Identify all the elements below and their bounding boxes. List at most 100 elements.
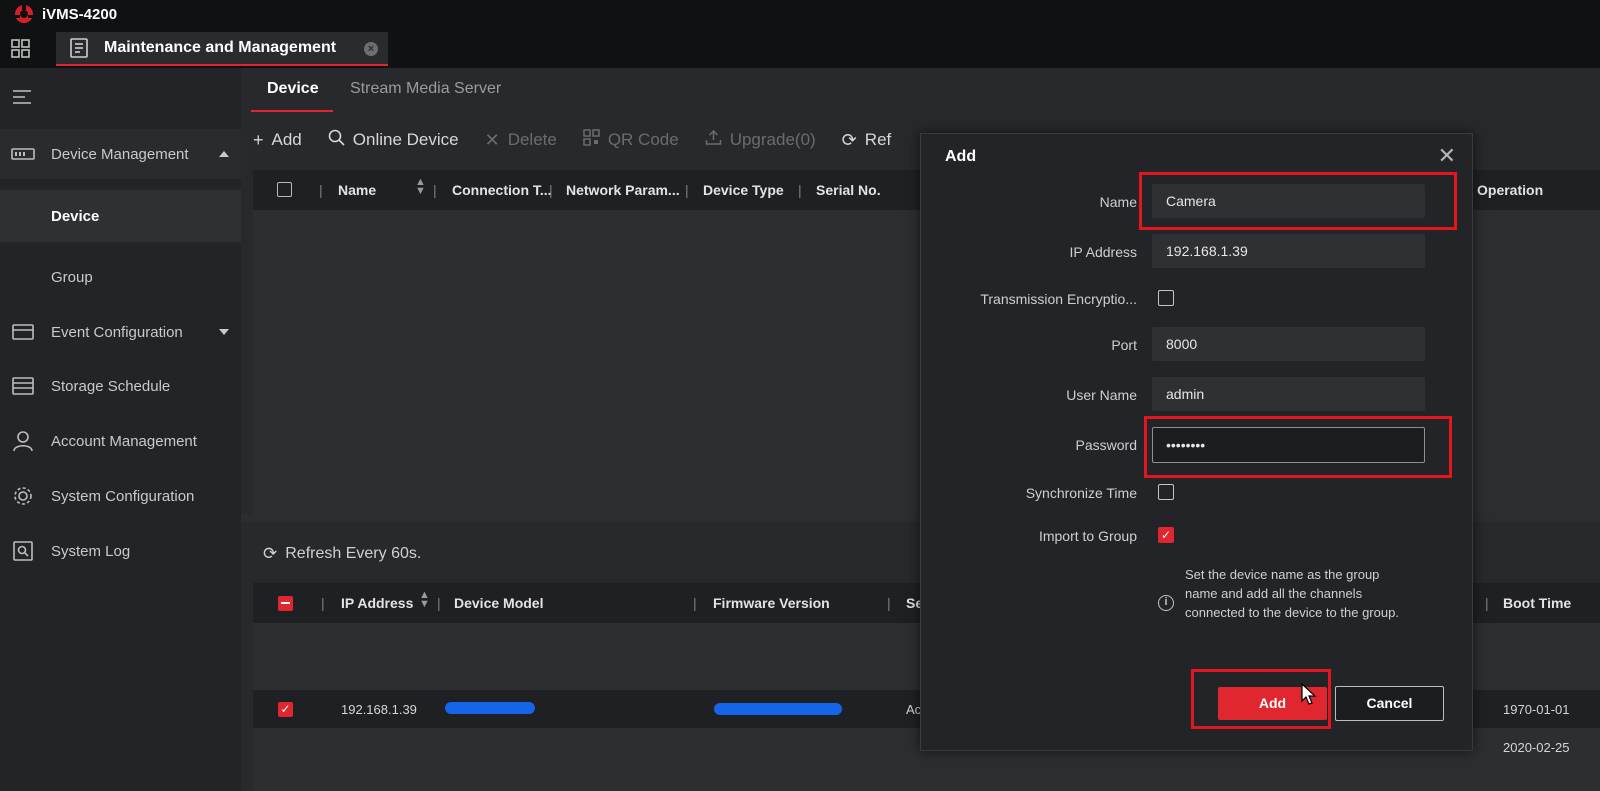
close-icon[interactable]: ✕ [1438, 145, 1456, 167]
name-label: Name [1099, 194, 1137, 210]
sidebar-item-label: Account Management [51, 432, 197, 450]
hikvision-logo-icon [12, 2, 36, 26]
sidebar-item-label: System Log [51, 542, 131, 560]
transmission-encryption-label: Transmission Encryptio... [980, 291, 1137, 307]
tab-stream-media-server[interactable]: Stream Media Server [350, 80, 501, 98]
dialog-title: Add [945, 148, 977, 165]
hamburger-menu-icon[interactable] [13, 90, 31, 108]
online-device-button[interactable]: Online Device [328, 129, 459, 151]
sidebar-item-label: System Configuration [51, 487, 195, 505]
sort-icon[interactable]: ▲ ▼ [415, 177, 426, 197]
sidebar-item-group[interactable]: Group [0, 252, 241, 302]
select-all-checkbox[interactable] [278, 596, 293, 611]
qr-code-label: QR Code [607, 130, 679, 149]
import-group-hint: Set the device name as the group name an… [1185, 567, 1399, 620]
event-configuration-icon [11, 321, 35, 343]
password-field[interactable]: •••••••• [1152, 427, 1425, 463]
subtab-bar: Device Stream Media Server [241, 68, 1600, 112]
ip-address-field[interactable]: 192.168.1.39 [1152, 234, 1425, 268]
refresh-label: Ref [864, 130, 892, 149]
sidebar-item-label: Event Configuration [51, 323, 183, 341]
select-all-checkbox[interactable] [277, 182, 292, 197]
upload-icon [705, 129, 722, 151]
search-icon [328, 129, 345, 151]
qr-code-icon [583, 129, 600, 151]
chevron-down-icon [219, 329, 229, 335]
column-ip-address[interactable]: IP Address [341, 595, 413, 611]
tab-device[interactable]: Device [267, 80, 319, 98]
sidebar: Device Management Device Group Event Con… [0, 68, 241, 791]
upgrade-label: Upgrade(0) [729, 130, 816, 149]
auto-refresh-status: ⟳ Refresh Every 60s. [263, 544, 421, 564]
sidebar-item-device-management[interactable]: Device Management [0, 129, 241, 179]
system-log-icon [11, 540, 35, 562]
sidebar-item-storage-schedule[interactable]: Storage Schedule [0, 361, 241, 411]
sidebar-item-account-management[interactable]: Account Management [0, 416, 241, 466]
close-icon[interactable]: × [364, 42, 378, 56]
sidebar-item-label: Device [51, 207, 100, 225]
sidebar-item-system-log[interactable]: System Log [0, 526, 241, 576]
title-bar: iVMS-4200 [0, 0, 1600, 28]
column-boot-time[interactable]: Boot Time [1503, 595, 1571, 611]
app-title: iVMS-4200 [42, 5, 118, 23]
tab-label: Maintenance and Management [104, 39, 337, 56]
column-network-parameters[interactable]: Network Param... [566, 182, 680, 198]
account-icon [11, 430, 35, 452]
column-serial-no[interactable]: Serial No. [816, 182, 881, 198]
plus-icon: + [253, 129, 264, 150]
delete-x-icon: ✕ [484, 129, 500, 150]
synchronize-time-checkbox[interactable] [1158, 484, 1174, 500]
refresh-button[interactable]: ⟳ Ref [842, 130, 892, 151]
cell-ip-address: 192.168.1.39 [341, 702, 417, 717]
column-connection-type[interactable]: Connection T... [452, 182, 552, 198]
add-device-dialog: Add ✕ Name Camera IP Address 192.168.1.3… [920, 133, 1473, 751]
mouse-cursor-icon [1301, 683, 1317, 705]
user-name-field[interactable]: admin [1152, 377, 1425, 411]
qr-code-button[interactable]: QR Code [583, 129, 679, 151]
upgrade-button[interactable]: Upgrade(0) [705, 129, 816, 151]
apps-grid-icon[interactable] [10, 38, 32, 60]
import-to-group-checkbox[interactable]: ✓ [1158, 527, 1174, 543]
column-device-model[interactable]: Device Model [454, 595, 543, 611]
column-name[interactable]: Name [338, 182, 376, 198]
refresh-interval-label: Refresh Every 60s. [285, 545, 422, 562]
user-name-label: User Name [1066, 387, 1137, 403]
port-field[interactable]: 8000 [1152, 327, 1425, 361]
column-operation[interactable]: Operation [1477, 182, 1543, 198]
sidebar-item-label: Device Management [51, 145, 189, 163]
active-tab-indicator [251, 110, 333, 112]
import-to-group-label: Import to Group [1038, 528, 1137, 544]
column-firmware-version[interactable]: Firmware Version [713, 595, 830, 611]
row-checkbox[interactable]: ✓ [278, 702, 293, 717]
sort-icon[interactable]: ▲ ▼ [419, 590, 430, 610]
info-icon: i [1158, 595, 1174, 611]
tab-bar: Maintenance and Management × [0, 28, 1600, 68]
sidebar-item-label: Group [51, 268, 93, 286]
cancel-button[interactable]: Cancel [1335, 686, 1444, 721]
password-label: Password [1075, 437, 1137, 453]
port-label: Port [1111, 337, 1137, 353]
add-device-button[interactable]: + Add [253, 130, 302, 151]
online-device-label: Online Device [352, 130, 459, 149]
maintenance-icon [68, 37, 90, 59]
tab-maintenance-and-management[interactable]: Maintenance and Management × [56, 32, 388, 66]
add-label: Add [271, 130, 302, 149]
cell-security: Ac [906, 702, 922, 717]
sidebar-item-system-configuration[interactable]: System Configuration [0, 471, 241, 521]
sidebar-item-event-configuration[interactable]: Event Configuration [0, 307, 241, 357]
ip-address-label: IP Address [1069, 244, 1137, 260]
toolbar: + Add Online Device ✕ Delete QR Code Upg… [253, 120, 917, 160]
delete-label: Delete [507, 130, 557, 149]
device-management-icon [11, 143, 35, 165]
delete-button[interactable]: ✕ Delete [485, 130, 557, 151]
transmission-encryption-checkbox[interactable] [1158, 290, 1174, 306]
refresh-icon: ⟳ [841, 129, 857, 150]
name-field[interactable]: Camera [1152, 184, 1425, 218]
sidebar-item-device[interactable]: Device [0, 190, 241, 242]
column-device-type[interactable]: Device Type [703, 182, 784, 198]
chevron-up-icon [219, 151, 229, 157]
refresh-icon[interactable]: ⟳ [263, 544, 277, 564]
synchronize-time-label: Synchronize Time [1025, 485, 1137, 501]
sidebar-item-label: Storage Schedule [51, 377, 171, 395]
redacted-device-model [445, 702, 535, 714]
